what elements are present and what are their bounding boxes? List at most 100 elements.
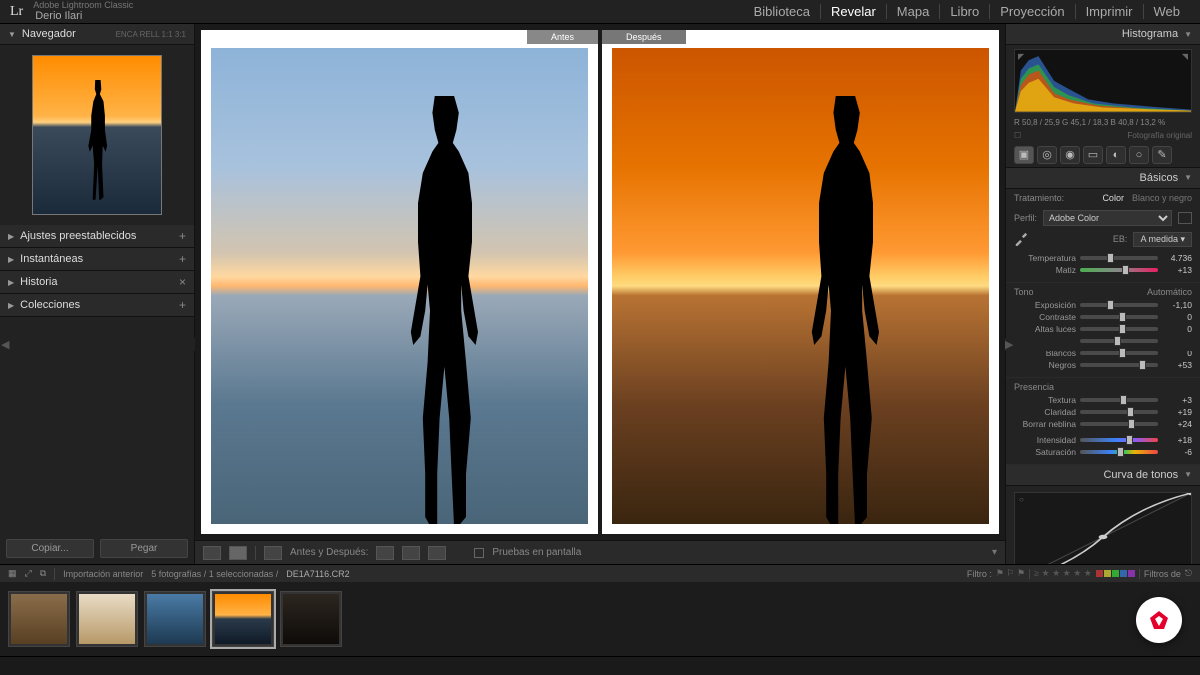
app-logo: Lr (10, 4, 23, 20)
collections-header[interactable]: ▶ Colecciones + (0, 294, 194, 317)
module-web[interactable]: Web (1143, 4, 1191, 19)
filmstrip-thumb[interactable] (280, 591, 342, 647)
navigator-header[interactable]: ▼ Navegador ENCA RELL 1:1 3:1 (0, 24, 194, 45)
slider-track[interactable] (1080, 422, 1158, 426)
slider-track[interactable] (1080, 351, 1158, 355)
slider-track[interactable] (1080, 268, 1158, 272)
histogram-header[interactable]: Histograma▼ (1006, 24, 1200, 45)
module-imprimir[interactable]: Imprimir (1075, 4, 1143, 19)
flag-filter-icon[interactable]: ⚑ ⚐ ⚑ (996, 568, 1025, 579)
clip-shadows-icon[interactable]: ◤ (1018, 52, 1024, 61)
copy-button[interactable]: Copiar... (6, 539, 94, 558)
histogram-display[interactable]: ◤ ◥ (1014, 49, 1192, 113)
slider-track[interactable] (1080, 398, 1158, 402)
collapse-left-icon[interactable]: ◀ (1, 338, 196, 351)
slider-track[interactable] (1080, 410, 1158, 414)
profile-select[interactable]: Adobe Color (1043, 210, 1172, 226)
secondary-display-icon[interactable]: ⧉ (40, 568, 46, 579)
histogram-title: Histograma (1122, 28, 1178, 40)
curve-point-icon[interactable]: ○ (1019, 495, 1024, 504)
compare-view-icon[interactable] (229, 546, 247, 560)
treatment-color[interactable]: Color (1102, 193, 1124, 203)
module-proyeccion[interactable]: Proyección (989, 4, 1074, 19)
module-libro[interactable]: Libro (939, 4, 989, 19)
slider-altas luces[interactable]: Altas luces 0 (1014, 323, 1192, 335)
chevron-down-icon: ▼ (1184, 470, 1192, 479)
filmstrip-thumb[interactable] (76, 591, 138, 647)
basics-header[interactable]: Básicos▼ (1006, 168, 1200, 189)
clip-highlights-icon[interactable]: ◥ (1182, 52, 1188, 61)
plus-icon[interactable]: + (179, 298, 186, 312)
before-pane[interactable]: Antes (201, 30, 598, 534)
filmstrip-thumb[interactable] (144, 591, 206, 647)
navigator-preview[interactable] (0, 45, 194, 225)
left-panel: ▼ Navegador ENCA RELL 1:1 3:1 ▶ Ajustes … (0, 24, 195, 564)
rating-filter[interactable]: ≥ ★ ★ ★ ★ ★ (1034, 568, 1092, 579)
slider-track[interactable] (1080, 327, 1158, 331)
copy-before-icon[interactable] (428, 546, 446, 560)
tone-curve-header[interactable]: Curva de tonos▼ (1006, 465, 1200, 486)
paste-button[interactable]: Pegar (100, 539, 188, 558)
slider-saturación[interactable]: Saturación -6 (1014, 446, 1192, 458)
slider-textura[interactable]: Textura +3 (1014, 394, 1192, 406)
filter-label: Filtro : (967, 569, 992, 579)
color-filter[interactable] (1096, 570, 1135, 577)
history-header[interactable]: ▶ Historia × (0, 271, 194, 294)
slider-track[interactable] (1080, 339, 1158, 343)
slider-track[interactable] (1080, 256, 1158, 260)
presets-header[interactable]: ▶ Ajustes preestablecidos + (0, 225, 194, 248)
module-mapa[interactable]: Mapa (886, 4, 940, 19)
navigator-zoom-options[interactable]: ENCA RELL 1:1 3:1 (116, 30, 186, 39)
help-badge-button[interactable] (1136, 597, 1182, 643)
plus-icon[interactable]: + (179, 229, 186, 243)
spot-tool-icon[interactable]: ◎ (1037, 146, 1057, 164)
slider-contraste[interactable]: Contraste 0 (1014, 311, 1192, 323)
slider-negros[interactable]: Negros +53 (1014, 359, 1192, 371)
slider-matiz[interactable]: Matiz +13 (1014, 264, 1192, 276)
softproof-checkbox[interactable] (474, 548, 484, 558)
toolbar-menu-icon[interactable]: ▾ (992, 547, 997, 558)
brush-tool-icon[interactable]: ✎ (1152, 146, 1172, 164)
plus-icon[interactable]: + (179, 252, 186, 266)
after-pane[interactable]: Después (602, 30, 999, 534)
mask-tool-icon[interactable]: ▭ (1083, 146, 1103, 164)
slider-track[interactable] (1080, 303, 1158, 307)
gradient-tool-icon[interactable]: ◐ (1106, 146, 1126, 164)
auto-tone-button[interactable]: Automático (1147, 287, 1192, 297)
filter-lock-icon[interactable]: ⎋ (1185, 568, 1192, 579)
slider-track[interactable] (1080, 450, 1158, 454)
tone-curve-editor[interactable]: ○ (1014, 492, 1192, 564)
snapshots-header[interactable]: ▶ Instantáneas + (0, 248, 194, 271)
module-biblioteca[interactable]: Biblioteca (744, 4, 820, 19)
swap-icon[interactable] (376, 546, 394, 560)
expand-icon[interactable]: ⤢ (25, 568, 32, 579)
crop-tool-icon[interactable]: ▣ (1014, 146, 1034, 164)
grid-icon[interactable]: ▦ (8, 568, 17, 579)
eyedropper-icon[interactable] (1014, 232, 1028, 246)
filmstrip-thumb[interactable] (8, 591, 70, 647)
wb-select[interactable]: A medida ▾ (1133, 232, 1192, 247)
redeye-tool-icon[interactable]: ◉ (1060, 146, 1080, 164)
chevron-down-icon: ▼ (8, 30, 16, 39)
filters-label[interactable]: Filtros de (1144, 569, 1181, 579)
slider-track[interactable] (1080, 438, 1158, 442)
copy-settings-icon[interactable] (402, 546, 420, 560)
loupe-view-icon[interactable] (203, 546, 221, 560)
slider-track[interactable] (1080, 363, 1158, 367)
profile-browser-icon[interactable] (1178, 212, 1192, 224)
slider-intensidad[interactable]: Intensidad +18 (1014, 434, 1192, 446)
slider-exposición[interactable]: Exposición -1,10 (1014, 299, 1192, 311)
compare-view: Antes Después Antes y Después: (195, 24, 1005, 564)
slider-track[interactable] (1080, 315, 1158, 319)
slider-claridad[interactable]: Claridad +19 (1014, 406, 1192, 418)
treatment-bw[interactable]: Blanco y negro (1132, 193, 1192, 203)
slider-borrar neblina[interactable]: Borrar neblina +24 (1014, 418, 1192, 430)
close-icon[interactable]: × (179, 275, 186, 289)
module-revelar[interactable]: Revelar (820, 4, 886, 19)
source-label[interactable]: Importación anterior (63, 569, 143, 579)
filmstrip-thumb[interactable] (212, 591, 274, 647)
radial-tool-icon[interactable]: ○ (1129, 146, 1149, 164)
slider-temperatura[interactable]: Temperatura 4.736 (1014, 252, 1192, 264)
treatment-label: Tratamiento: (1014, 193, 1094, 203)
before-after-layout-icon[interactable] (264, 546, 282, 560)
